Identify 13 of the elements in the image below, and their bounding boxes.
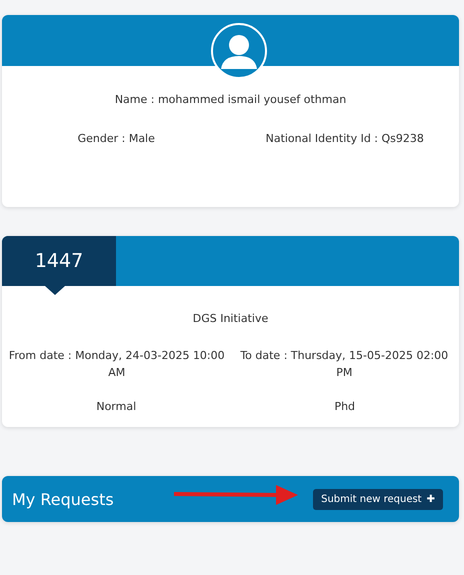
national-id-label: National Identity Id : Qs9238	[266, 132, 424, 145]
arrow-icon	[172, 484, 300, 506]
to-date-label: To date : Thursday, 15-05-2025 02:00 PM	[239, 348, 450, 381]
name-label: Name : mohammed ismail yousef othman	[114, 93, 348, 106]
pointer-icon	[45, 286, 65, 295]
submit-request-button[interactable]: Submit new request ✚	[313, 488, 443, 510]
requests-title: My Requests	[12, 490, 114, 508]
degree-label: Phd	[334, 400, 356, 413]
from-date-label: From date : Monday, 24-03-2025 10:00 AM	[8, 348, 226, 381]
type-label: Normal	[96, 400, 136, 413]
gender-label: Gender : Male	[78, 132, 155, 145]
initiative-title: DGS Initiative	[192, 312, 270, 325]
year-badge: 1447	[2, 236, 116, 286]
